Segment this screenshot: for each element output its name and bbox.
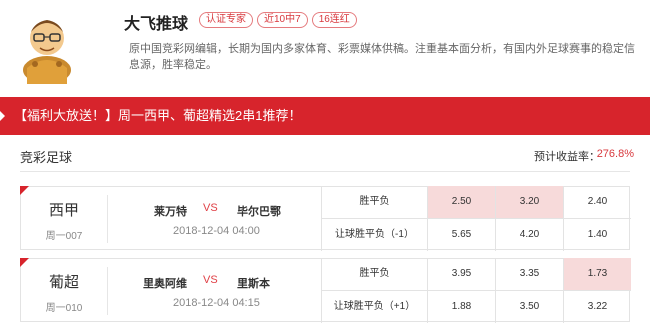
odds-cell-draw[interactable]: 4.20 (495, 219, 563, 251)
odds-cell-win[interactable]: 3.95 (427, 258, 495, 290)
return-value: 276.8% (596, 148, 634, 160)
odds-cell-draw[interactable]: 3.50 (495, 291, 563, 323)
odds-cell-lose[interactable]: 3.22 (563, 291, 631, 323)
promo-banner[interactable]: 【福利大放送！】周一西甲、葡超精选2串1推荐！ (0, 97, 650, 135)
odds-grid: 胜平负 2.50 3.20 2.40 让球胜平负（-1） 5.65 4.20 1… (321, 186, 631, 251)
odds-row-win-draw-lose: 胜平负 2.50 3.20 2.40 (321, 186, 631, 218)
odds-row-handicap: 让球胜平负（-1） 5.65 4.20 1.40 (321, 218, 631, 251)
odds-row-win-draw-lose: 胜平负 3.95 3.35 1.73 (321, 258, 631, 290)
vs-label: VS (203, 202, 218, 214)
match-card: 葡超 周一010 里奥阿维 VS 里斯本 2018-12-04 04:15 胜平… (20, 258, 631, 323)
divider (107, 267, 108, 315)
expert-avatar (13, 8, 81, 84)
odds-cell-draw[interactable]: 3.35 (495, 258, 563, 290)
odds-row-label: 让球胜平负（+1） (321, 291, 427, 323)
corner-flag-icon (20, 258, 29, 267)
section-title: 竞彩足球 (20, 150, 73, 165)
odds-cell-win[interactable]: 5.65 (427, 219, 495, 251)
match-number: 周一010 (45, 303, 83, 314)
section-divider (20, 171, 630, 172)
odds-cell-draw[interactable]: 3.20 (495, 186, 563, 218)
odds-row-handicap: 让球胜平负（+1） 1.88 3.50 3.22 (321, 290, 631, 323)
vs-label: VS (203, 274, 218, 286)
away-team: 毕尔巴鄂 (237, 206, 281, 218)
odds-row-label: 胜平负 (321, 186, 427, 218)
league-name: 葡超 (48, 274, 79, 291)
odds-cell-lose[interactable]: 2.40 (563, 186, 631, 218)
odds-grid: 胜平负 3.95 3.35 1.73 让球胜平负（+1） 1.88 3.50 3… (321, 258, 631, 323)
expert-name: 大飞推球 (124, 16, 189, 33)
odds-row-label: 胜平负 (321, 258, 427, 290)
odds-cell-lose[interactable]: 1.73 (563, 258, 631, 290)
return-label: 预计收益率： (534, 151, 600, 163)
odds-cell-win[interactable]: 2.50 (427, 186, 495, 218)
match-number: 周一007 (45, 231, 83, 242)
tag-streak: 16连红 (311, 12, 357, 28)
odds-cell-win[interactable]: 1.88 (427, 291, 495, 323)
expert-bio: 原中国竞彩网编辑，长期为国内多家体育、彩票媒体供稿。注重基本面分析，有国内外足球… (129, 43, 635, 71)
match-card: 西甲 周一007 莱万特 VS 毕尔巴鄂 2018-12-04 04:00 胜平… (20, 186, 631, 251)
league-name: 西甲 (48, 202, 79, 219)
match-time: 2018-12-04 04:00 (173, 225, 260, 237)
banner-text: 【福利大放送！】周一西甲、葡超精选2串1推荐！ (14, 108, 302, 123)
corner-flag-icon (20, 186, 29, 195)
divider (107, 195, 108, 243)
odds-cell-lose[interactable]: 1.40 (563, 219, 631, 251)
tag-recent-record: 近10中7 (257, 12, 308, 28)
home-team: 莱万特 (154, 206, 187, 218)
home-team: 里奥阿维 (143, 278, 187, 290)
away-team: 里斯本 (237, 278, 270, 290)
expert-tags: 认证专家 近10中7 16连红 (199, 12, 357, 28)
tag-certified: 认证专家 (199, 12, 253, 28)
banner-arrow-icon (0, 111, 5, 121)
odds-row-label: 让球胜平负（-1） (321, 219, 427, 251)
match-time: 2018-12-04 04:15 (173, 297, 260, 309)
